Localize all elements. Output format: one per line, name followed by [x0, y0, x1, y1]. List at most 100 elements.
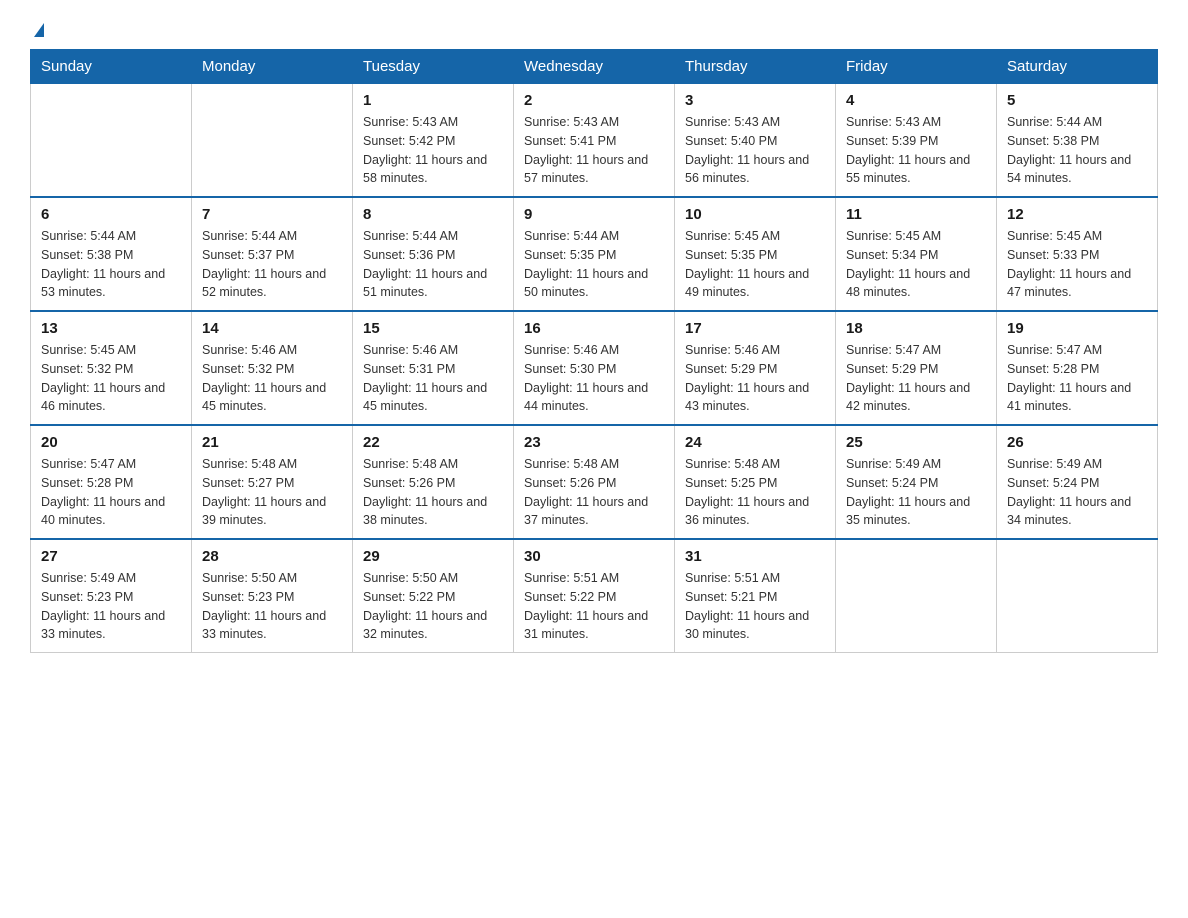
header-sunday: Sunday	[31, 50, 192, 84]
calendar-cell: 14 Sunrise: 5:46 AMSunset: 5:32 PMDayligh…	[192, 311, 353, 425]
day-info: Sunrise: 5:43 AMSunset: 5:40 PMDaylight:…	[685, 113, 825, 188]
header-tuesday: Tuesday	[353, 50, 514, 84]
day-info: Sunrise: 5:47 AMSunset: 5:28 PMDaylight:…	[41, 455, 181, 530]
calendar-week-row: 6 Sunrise: 5:44 AMSunset: 5:38 PMDaylight…	[31, 197, 1158, 311]
day-info: Sunrise: 5:46 AMSunset: 5:30 PMDaylight:…	[524, 341, 664, 416]
header-friday: Friday	[836, 50, 997, 84]
header-wednesday: Wednesday	[514, 50, 675, 84]
day-info: Sunrise: 5:44 AMSunset: 5:37 PMDaylight:…	[202, 227, 342, 302]
calendar-cell: 6 Sunrise: 5:44 AMSunset: 5:38 PMDaylight…	[31, 197, 192, 311]
day-number: 22	[363, 434, 503, 451]
calendar-cell: 11 Sunrise: 5:45 AMSunset: 5:34 PMDayligh…	[836, 197, 997, 311]
calendar-cell: 3Sunrise: 5:43 AMSunset: 5:40 PMDaylight…	[675, 84, 836, 198]
day-info: Sunrise: 5:43 AMSunset: 5:42 PMDaylight:…	[363, 113, 503, 188]
day-info: Sunrise: 5:48 AMSunset: 5:25 PMDaylight:…	[685, 455, 825, 530]
day-info: Sunrise: 5:50 AMSunset: 5:22 PMDaylight:…	[363, 569, 503, 644]
day-number: 24	[685, 434, 825, 451]
day-info: Sunrise: 5:51 AMSunset: 5:21 PMDaylight:…	[685, 569, 825, 644]
day-number: 26	[1007, 434, 1147, 451]
calendar-cell: 9 Sunrise: 5:44 AMSunset: 5:35 PMDaylight…	[514, 197, 675, 311]
calendar-cell: 18 Sunrise: 5:47 AMSunset: 5:29 PMDayligh…	[836, 311, 997, 425]
calendar-cell: 21 Sunrise: 5:48 AMSunset: 5:27 PMDayligh…	[192, 425, 353, 539]
day-info: Sunrise: 5:44 AMSunset: 5:36 PMDaylight:…	[363, 227, 503, 302]
day-number: 30	[524, 548, 664, 565]
day-number: 20	[41, 434, 181, 451]
day-info: Sunrise: 5:45 AMSunset: 5:34 PMDaylight:…	[846, 227, 986, 302]
calendar-cell	[192, 84, 353, 198]
calendar-cell: 5Sunrise: 5:44 AMSunset: 5:38 PMDaylight…	[997, 84, 1158, 198]
day-number: 2	[524, 92, 664, 109]
header-thursday: Thursday	[675, 50, 836, 84]
calendar-week-row: 20 Sunrise: 5:47 AMSunset: 5:28 PMDayligh…	[31, 425, 1158, 539]
calendar-cell: 28Sunrise: 5:50 AMSunset: 5:23 PMDayligh…	[192, 539, 353, 653]
day-number: 10	[685, 206, 825, 223]
day-info: Sunrise: 5:49 AMSunset: 5:24 PMDaylight:…	[1007, 455, 1147, 530]
calendar-cell: 30 Sunrise: 5:51 AMSunset: 5:22 PMDayligh…	[514, 539, 675, 653]
day-number: 15	[363, 320, 503, 337]
day-info: Sunrise: 5:50 AMSunset: 5:23 PMDaylight:…	[202, 569, 342, 644]
day-number: 6	[41, 206, 181, 223]
calendar-cell: 27 Sunrise: 5:49 AMSunset: 5:23 PMDayligh…	[31, 539, 192, 653]
day-info: Sunrise: 5:46 AMSunset: 5:31 PMDaylight:…	[363, 341, 503, 416]
calendar-cell: 10 Sunrise: 5:45 AMSunset: 5:35 PMDayligh…	[675, 197, 836, 311]
calendar-cell: 26 Sunrise: 5:49 AMSunset: 5:24 PMDayligh…	[997, 425, 1158, 539]
day-info: Sunrise: 5:44 AMSunset: 5:38 PMDaylight:…	[41, 227, 181, 302]
calendar-week-row: 13Sunrise: 5:45 AMSunset: 5:32 PMDayligh…	[31, 311, 1158, 425]
header-monday: Monday	[192, 50, 353, 84]
calendar-cell: 15 Sunrise: 5:46 AMSunset: 5:31 PMDayligh…	[353, 311, 514, 425]
day-info: Sunrise: 5:48 AMSunset: 5:26 PMDaylight:…	[524, 455, 664, 530]
calendar-cell: 1 Sunrise: 5:43 AMSunset: 5:42 PMDaylight…	[353, 84, 514, 198]
day-info: Sunrise: 5:49 AMSunset: 5:24 PMDaylight:…	[846, 455, 986, 530]
calendar-cell: 8 Sunrise: 5:44 AMSunset: 5:36 PMDaylight…	[353, 197, 514, 311]
day-number: 16	[524, 320, 664, 337]
calendar-cell: 29 Sunrise: 5:50 AMSunset: 5:22 PMDayligh…	[353, 539, 514, 653]
calendar-cell: 16 Sunrise: 5:46 AMSunset: 5:30 PMDayligh…	[514, 311, 675, 425]
day-number: 17	[685, 320, 825, 337]
day-number: 29	[363, 548, 503, 565]
calendar-cell: 4Sunrise: 5:43 AMSunset: 5:39 PMDaylight…	[836, 84, 997, 198]
day-number: 18	[846, 320, 986, 337]
day-info: Sunrise: 5:43 AMSunset: 5:41 PMDaylight:…	[524, 113, 664, 188]
calendar-table: Sunday Monday Tuesday Wednesday Thursday…	[30, 49, 1158, 653]
day-info: Sunrise: 5:44 AMSunset: 5:38 PMDaylight:…	[1007, 113, 1147, 188]
day-number: 14	[202, 320, 342, 337]
day-info: Sunrise: 5:46 AMSunset: 5:29 PMDaylight:…	[685, 341, 825, 416]
day-info: Sunrise: 5:44 AMSunset: 5:35 PMDaylight:…	[524, 227, 664, 302]
calendar-header-row: Sunday Monday Tuesday Wednesday Thursday…	[31, 50, 1158, 84]
calendar-cell: 24 Sunrise: 5:48 AMSunset: 5:25 PMDayligh…	[675, 425, 836, 539]
day-info: Sunrise: 5:46 AMSunset: 5:32 PMDaylight:…	[202, 341, 342, 416]
page-header	[30, 20, 1158, 39]
day-number: 8	[363, 206, 503, 223]
calendar-cell: 13Sunrise: 5:45 AMSunset: 5:32 PMDayligh…	[31, 311, 192, 425]
day-number: 11	[846, 206, 986, 223]
day-info: Sunrise: 5:47 AMSunset: 5:29 PMDaylight:…	[846, 341, 986, 416]
day-number: 1	[363, 92, 503, 109]
day-info: Sunrise: 5:45 AMSunset: 5:32 PMDaylight:…	[41, 341, 181, 416]
day-number: 23	[524, 434, 664, 451]
day-number: 21	[202, 434, 342, 451]
calendar-cell: 12Sunrise: 5:45 AMSunset: 5:33 PMDayligh…	[997, 197, 1158, 311]
day-info: Sunrise: 5:48 AMSunset: 5:26 PMDaylight:…	[363, 455, 503, 530]
calendar-cell: 31 Sunrise: 5:51 AMSunset: 5:21 PMDayligh…	[675, 539, 836, 653]
calendar-cell: 7 Sunrise: 5:44 AMSunset: 5:37 PMDaylight…	[192, 197, 353, 311]
day-info: Sunrise: 5:45 AMSunset: 5:35 PMDaylight:…	[685, 227, 825, 302]
day-number: 27	[41, 548, 181, 565]
calendar-cell: 20 Sunrise: 5:47 AMSunset: 5:28 PMDayligh…	[31, 425, 192, 539]
day-info: Sunrise: 5:48 AMSunset: 5:27 PMDaylight:…	[202, 455, 342, 530]
calendar-cell	[997, 539, 1158, 653]
calendar-cell	[836, 539, 997, 653]
calendar-week-row: 1 Sunrise: 5:43 AMSunset: 5:42 PMDaylight…	[31, 84, 1158, 198]
day-info: Sunrise: 5:49 AMSunset: 5:23 PMDaylight:…	[41, 569, 181, 644]
day-number: 31	[685, 548, 825, 565]
day-info: Sunrise: 5:51 AMSunset: 5:22 PMDaylight:…	[524, 569, 664, 644]
day-number: 4	[846, 92, 986, 109]
calendar-cell: 19Sunrise: 5:47 AMSunset: 5:28 PMDayligh…	[997, 311, 1158, 425]
day-number: 9	[524, 206, 664, 223]
day-number: 7	[202, 206, 342, 223]
calendar-cell: 2 Sunrise: 5:43 AMSunset: 5:41 PMDaylight…	[514, 84, 675, 198]
header-saturday: Saturday	[997, 50, 1158, 84]
logo-arrow-icon	[34, 23, 44, 37]
calendar-cell: 23 Sunrise: 5:48 AMSunset: 5:26 PMDayligh…	[514, 425, 675, 539]
calendar-cell: 22 Sunrise: 5:48 AMSunset: 5:26 PMDayligh…	[353, 425, 514, 539]
calendar-cell: 25Sunrise: 5:49 AMSunset: 5:24 PMDayligh…	[836, 425, 997, 539]
